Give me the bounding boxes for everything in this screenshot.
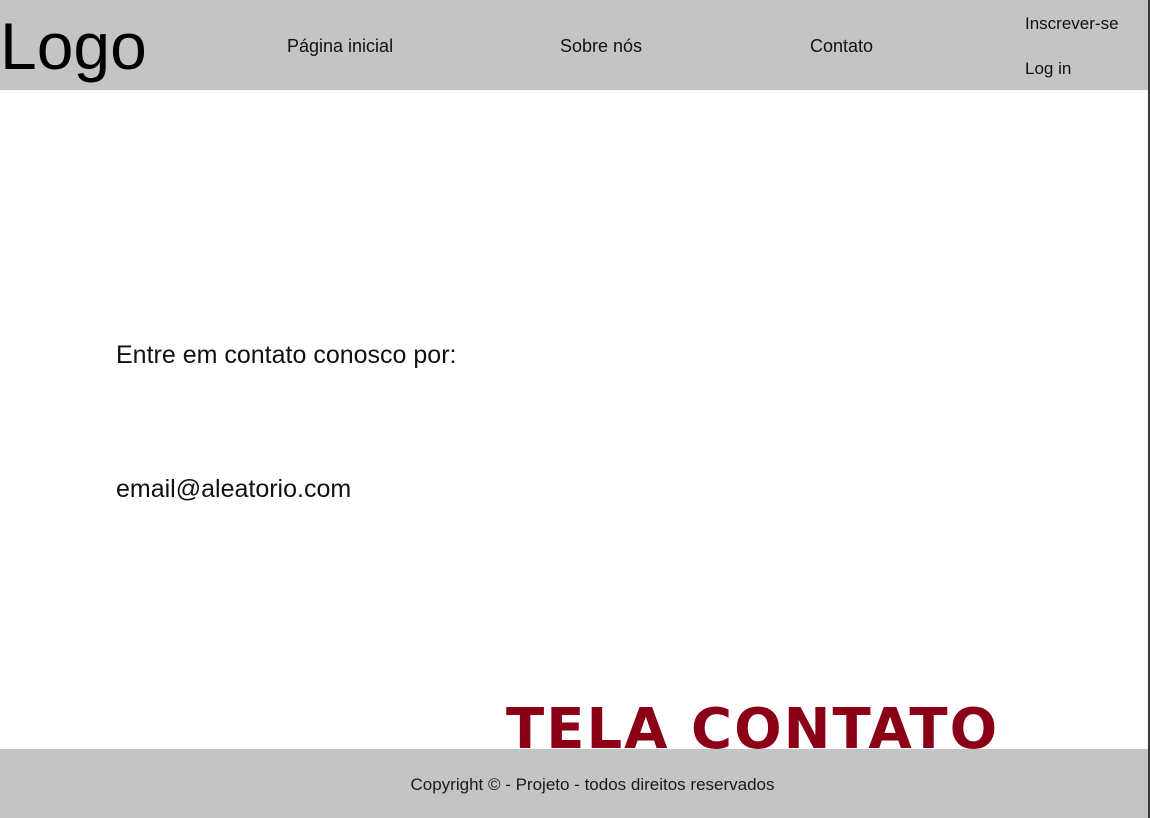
signup-link[interactable]: Inscrever-se	[1025, 13, 1119, 34]
logo[interactable]: Logo	[0, 8, 147, 84]
contact-email: email@aleatorio.com	[116, 475, 352, 503]
contact-intro-text: Entre em contato conosco por:	[116, 341, 457, 369]
site-header: Logo Página inicial Sobre nós Contato In…	[0, 0, 1148, 90]
copyright-text: Copyright © - Projeto - todos direitos r…	[410, 775, 775, 794]
screen-title-overlay: TELA CONTATO	[506, 697, 1000, 762]
login-link[interactable]: Log in	[1025, 58, 1071, 79]
nav-link-about[interactable]: Sobre nós	[560, 35, 642, 57]
page-frame: Logo Página inicial Sobre nós Contato In…	[0, 0, 1150, 818]
nav-link-contact[interactable]: Contato	[810, 35, 873, 57]
nav-link-home[interactable]: Página inicial	[287, 35, 393, 57]
